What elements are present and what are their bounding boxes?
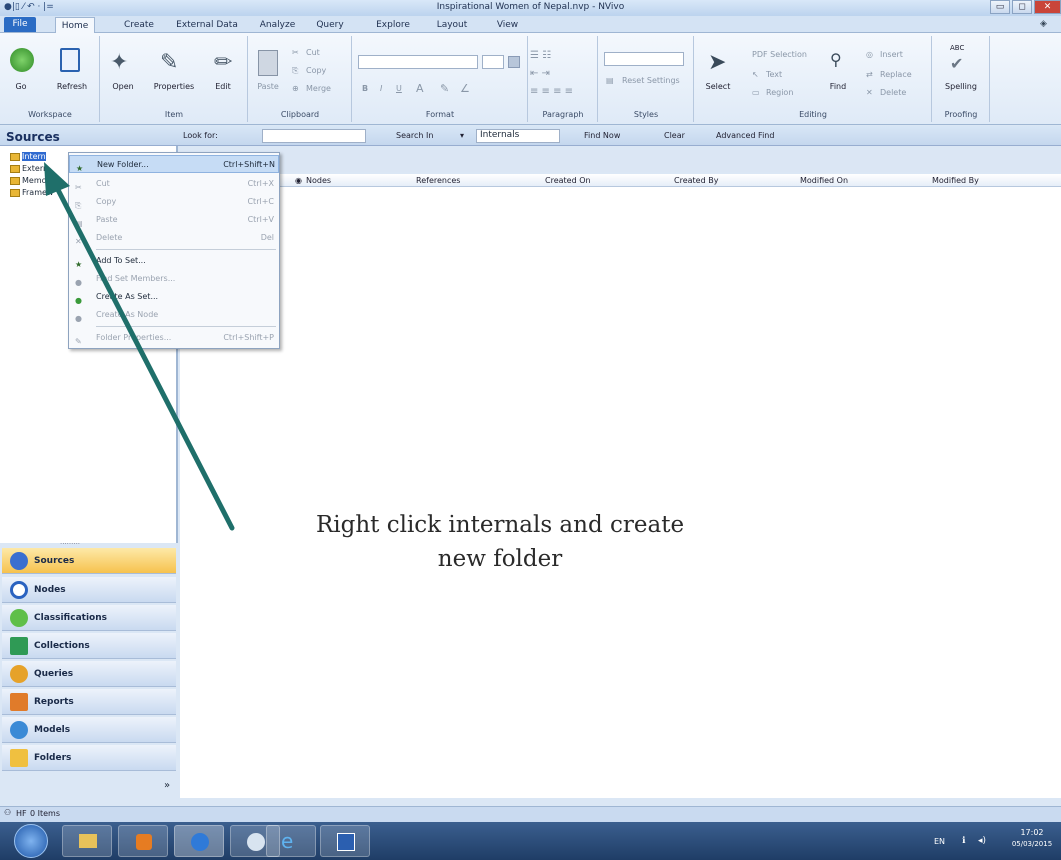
arrow-head bbox=[44, 162, 70, 196]
annotation-arrow bbox=[44, 162, 235, 531]
arrow-shaft bbox=[51, 179, 235, 531]
caption-line-2: new folder bbox=[437, 546, 563, 572]
annotation-caption: Right click internals and create new fol… bbox=[230, 508, 770, 576]
caption-line-1: Right click internals and create bbox=[315, 512, 685, 538]
